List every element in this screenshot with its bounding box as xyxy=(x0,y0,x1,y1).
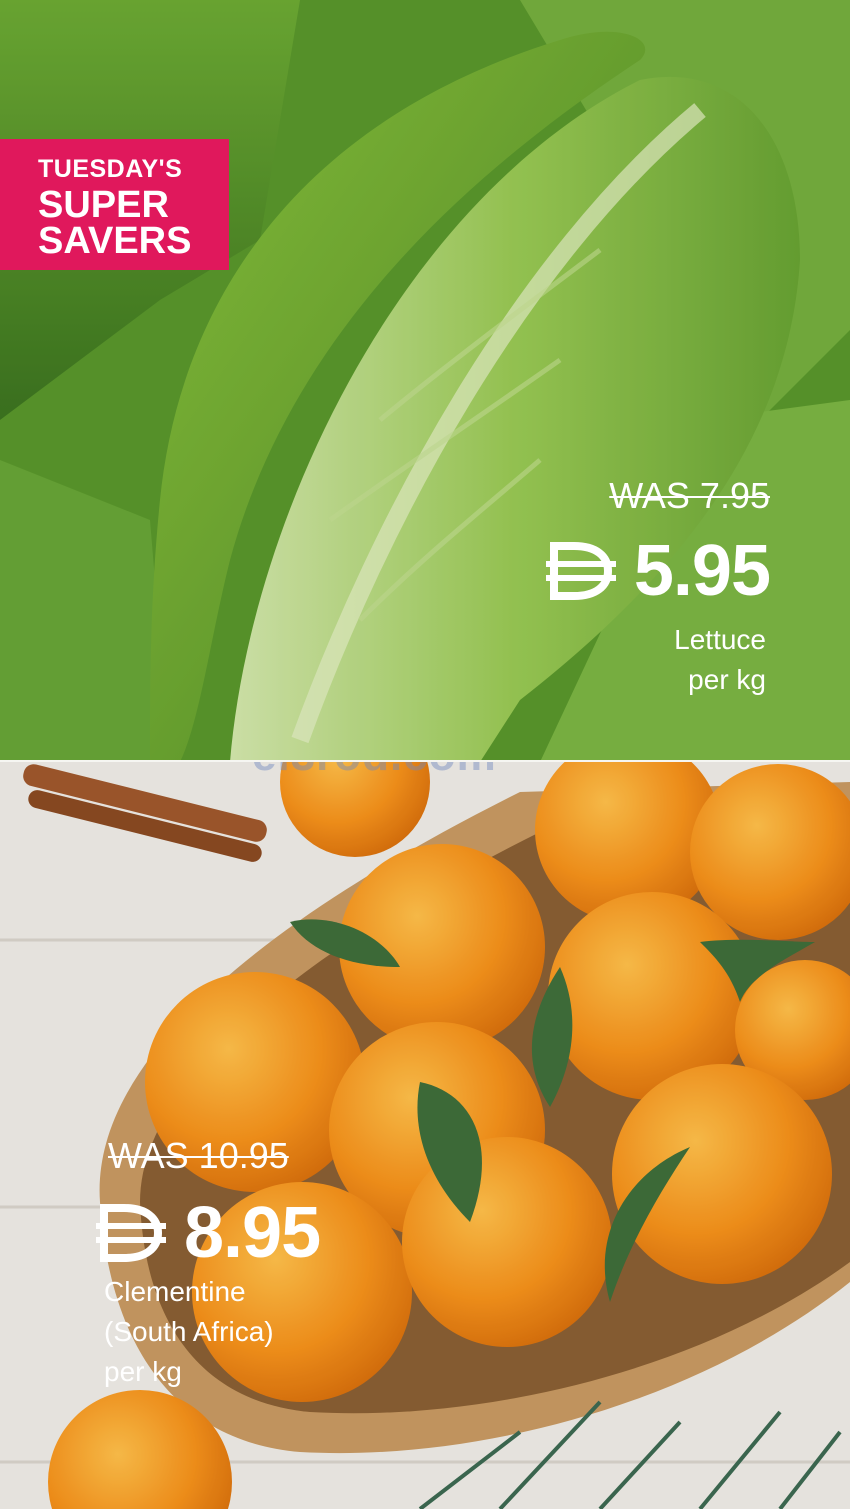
clementine-price-value: 8.95 xyxy=(184,1193,321,1273)
badge-line-1: TUESDAY'S xyxy=(38,154,183,183)
dirham-currency-icon xyxy=(545,542,616,600)
lettuce-price: 5.95 xyxy=(545,530,771,612)
clementine-description: Clementine (South Africa) per kg xyxy=(104,1272,274,1392)
lettuce-price-value: 5.95 xyxy=(633,531,771,611)
clementine-origin: (South Africa) xyxy=(104,1316,274,1347)
dirham-currency-icon xyxy=(96,1204,166,1262)
lettuce-name: Lettuce xyxy=(674,624,766,655)
super-savers-badge: TUESDAY'S SUPER SAVERS xyxy=(0,139,229,270)
badge-line-3: SAVERS xyxy=(38,219,192,262)
lettuce-unit: per kg xyxy=(688,664,766,695)
lettuce-offer-panel: TUESDAY'S SUPER SAVERS WAS 7.95 5.95 Let… xyxy=(0,0,850,762)
lettuce-description: Lettuce per kg xyxy=(674,620,766,700)
badge-line-2: SUPER xyxy=(38,183,169,226)
clementine-unit: per kg xyxy=(104,1356,182,1387)
lettuce-was-price: WAS 7.95 xyxy=(609,475,770,516)
clementine-was-price: WAS 10.95 xyxy=(108,1135,289,1176)
clementine-offer-panel: el3rod.com WAS 10.95 8.95 Clementine (So… xyxy=(0,762,850,1509)
clementine-name: Clementine xyxy=(104,1276,246,1307)
watermark: el3rod.com xyxy=(252,762,497,781)
clementine-price: 8.95 xyxy=(96,1192,321,1274)
